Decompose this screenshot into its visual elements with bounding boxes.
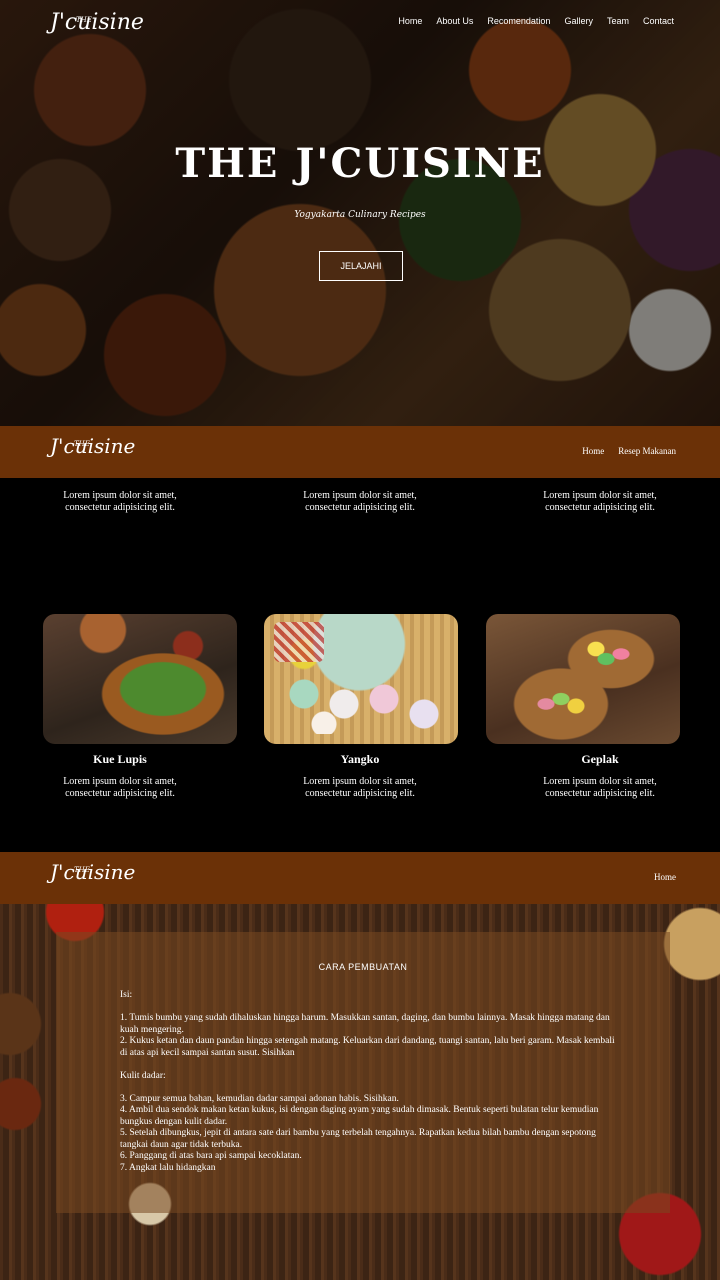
geplak-image[interactable] — [486, 614, 680, 744]
logo-prefix: THE — [76, 16, 92, 24]
nav-home[interactable]: Home — [582, 446, 604, 456]
navbar-logo[interactable]: THE J'cuisine — [50, 860, 135, 884]
nav-about-us[interactable]: About Us — [436, 16, 473, 26]
recipe-step: 1. Tumis bumbu yang sudah dihaluskan hin… — [120, 1013, 610, 1035]
card-title[interactable]: Kue Lupis — [0, 752, 240, 767]
logo-text: J'cuisine — [50, 10, 144, 35]
recipe-step: 6. Panggang di atas bara api sampai keco… — [120, 1151, 302, 1161]
top-description-row: Lorem ipsum dolor sit amet, consectetur … — [0, 490, 720, 514]
recipe-step: 7. Angkat lalu hidangkan — [120, 1162, 216, 1173]
recipe-step: 4. Ambil dua sendok makan ketan kukus, i… — [120, 1105, 599, 1127]
card-description: Lorem ipsum dolor sit amet, consectetur … — [303, 776, 417, 799]
hero-title: THE J'CUISINE — [175, 140, 545, 187]
hero-navbar: THE J'cuisine Home About Us Recomendatio… — [0, 0, 720, 54]
nav-gallery[interactable]: Gallery — [564, 16, 593, 26]
hero-subtitle: Yogyakarta Culinary Recipes — [294, 210, 426, 220]
card-description: Lorem ipsum dolor sit amet, consectetur … — [543, 776, 657, 799]
nav-recomendation[interactable]: Recomendation — [487, 16, 550, 26]
recipe-body: Isi: 1. Tumis bumbu yang sudah dihaluska… — [120, 990, 620, 1174]
recipe-step: 3. Campur semua bahan, kemudian dadar sa… — [120, 1093, 399, 1104]
navbar-recipe-detail: THE J'cuisine Home — [0, 852, 720, 904]
nav-resep-makanan[interactable]: Resep Makanan — [618, 446, 676, 456]
logo-text: J'cuisine — [50, 860, 136, 884]
explore-button[interactable]: JELAJAHI — [319, 251, 403, 281]
card-title[interactable]: Yangko — [240, 752, 480, 767]
nav-team[interactable]: Team — [607, 16, 629, 26]
recipe-cards-section: Lorem ipsum dolor sit amet, consectetur … — [0, 478, 720, 852]
logo-text: J'cuisine — [50, 434, 136, 458]
card-description: Lorem ipsum dolor sit amet, consectetur … — [63, 490, 177, 513]
nav-home[interactable]: Home — [654, 872, 676, 882]
kue-lupis-image[interactable] — [43, 614, 237, 744]
hero-section: THE J'cuisine Home About Us Recomendatio… — [0, 0, 720, 426]
navbar-links: Home Resep Makanan — [582, 446, 676, 456]
card-description: Lorem ipsum dolor sit amet, consectetur … — [303, 490, 417, 513]
card-title[interactable]: Geplak — [480, 752, 720, 767]
kulit-label: Kulit dadar: — [120, 1070, 166, 1081]
recipe-panel: CARA PEMBUATAN Isi: 1. Tumis bumbu yang … — [56, 932, 670, 1213]
navbar-links: Home — [654, 872, 676, 882]
recipe-step: 2. Kukus ketan dan daun pandan hingga se… — [120, 1036, 615, 1058]
recipe-heading: CARA PEMBUATAN — [318, 962, 408, 972]
logo-prefix: THE — [74, 866, 90, 874]
nav-home[interactable]: Home — [398, 16, 422, 26]
site-logo[interactable]: THE J'cuisine — [50, 10, 144, 35]
nav-contact[interactable]: Contact — [643, 16, 674, 26]
navbar-logo[interactable]: THE J'cuisine — [50, 434, 135, 458]
hero-nav-links: Home About Us Recomendation Gallery Team… — [398, 16, 674, 26]
recipe-step: 5. Setelah dibungkus, jepit di antara sa… — [120, 1128, 596, 1150]
navbar-recipes: THE J'cuisine Home Resep Makanan — [0, 426, 720, 478]
card-description: Lorem ipsum dolor sit amet, consectetur … — [543, 490, 657, 513]
card-description: Lorem ipsum dolor sit amet, consectetur … — [63, 776, 177, 799]
logo-prefix: THE — [74, 440, 90, 448]
recipe-detail-section: CARA PEMBUATAN Isi: 1. Tumis bumbu yang … — [0, 904, 720, 1280]
card-description-row: Lorem ipsum dolor sit amet, consectetur … — [0, 776, 720, 800]
isi-label: Isi: — [120, 990, 133, 1000]
yangko-image[interactable] — [264, 614, 458, 744]
